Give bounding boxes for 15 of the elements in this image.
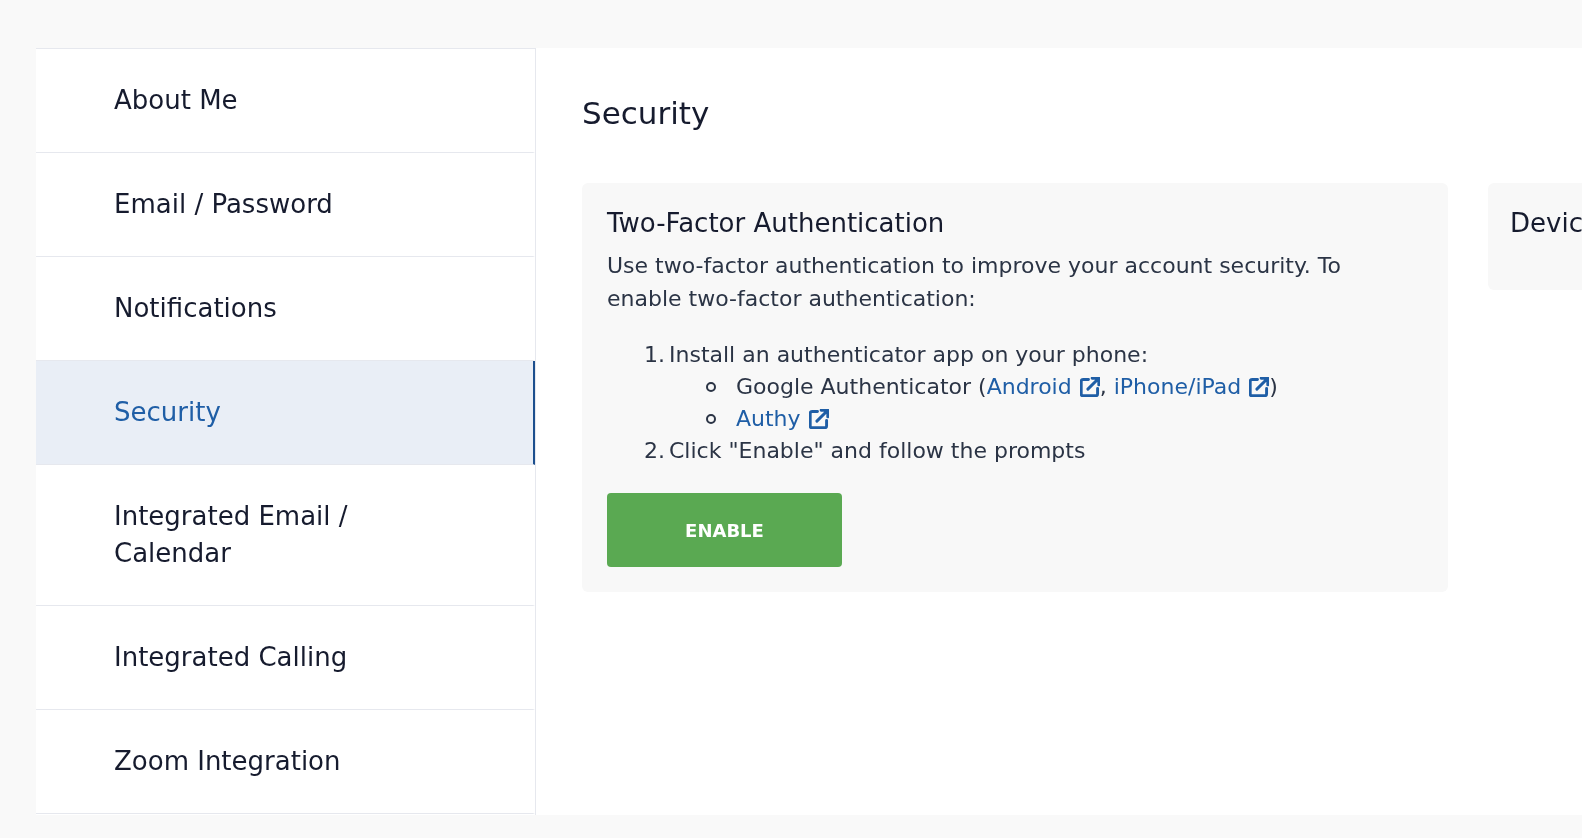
link[interactable]: Authy bbox=[736, 406, 829, 431]
list-item-text: Click "Enable" and follow the prompts bbox=[669, 437, 1086, 465]
list-item-text: Install an authenticator app on your phone: bbox=[669, 341, 1149, 369]
description-text: Use two-factor authentication to improve your account security. To enable two-factor authentication: bbox=[607, 252, 1342, 313]
list-number: 2. bbox=[643, 437, 666, 465]
link[interactable]: Android bbox=[986, 374, 1100, 399]
sidebar-item[interactable]: Security bbox=[36, 361, 535, 465]
list-number: 1. bbox=[643, 341, 666, 369]
card-title: Devic bbox=[1510, 207, 1582, 239]
list-item-text: Google Authenticator (Android , iPhone/iPad ) bbox=[736, 373, 1278, 401]
bullet-icon bbox=[706, 414, 716, 424]
link[interactable]: iPhone/iPad bbox=[1113, 374, 1270, 399]
bullet-icon bbox=[706, 382, 716, 392]
card-title: Two-Factor Authentication bbox=[607, 207, 946, 239]
page-title: Security bbox=[582, 94, 711, 132]
